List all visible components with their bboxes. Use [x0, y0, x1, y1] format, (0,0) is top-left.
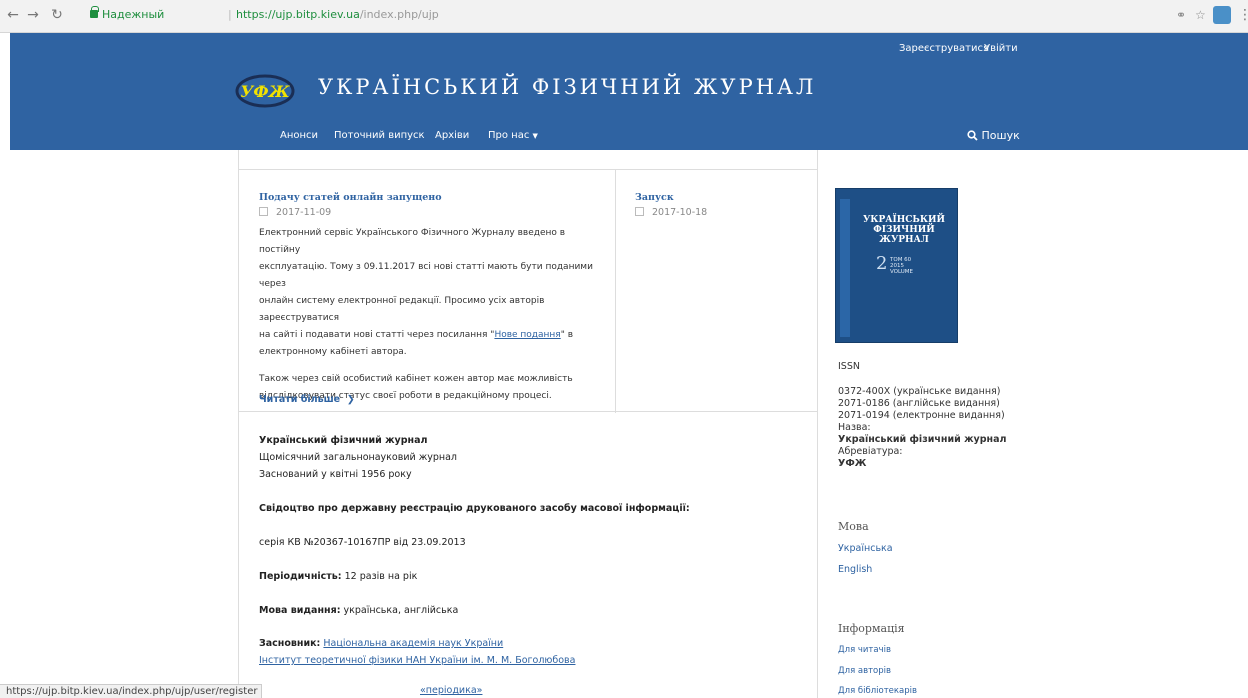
register-link[interactable]: Зареєструватися [899, 43, 989, 54]
search-label: Пошук [981, 129, 1020, 142]
browser-toolbar: ← → ↻ Надежный | https://ujp.bitp.kiev.u… [0, 0, 1248, 33]
info-heading: Інформація [838, 622, 905, 635]
language-ukrainian[interactable]: Українська [838, 543, 893, 554]
language-label: Мова видання: [259, 605, 341, 616]
nav-about-label: Про нас [488, 130, 530, 141]
extension-icon[interactable] [1213, 6, 1231, 24]
issn-label: ISSN [838, 361, 860, 372]
menu-icon[interactable]: ⋮ [1238, 6, 1248, 24]
cover-number: 2 [876, 253, 888, 274]
new-submission-link[interactable]: Нове подання [494, 330, 560, 340]
nav-announcements[interactable]: Анонси [280, 130, 318, 141]
journal-name: Український фізичний журнал [259, 435, 428, 446]
language-value: українська, англійська [340, 605, 459, 616]
cover-volume: ТОМ 60 2015 VOLUME [890, 257, 914, 275]
announcement-date-2: 2017-10-18 [635, 207, 707, 218]
partial-link[interactable]: «періодика» [420, 685, 482, 696]
cover-title: УКРАЇНСЬКИЙ ФІЗИЧНИЙ ЖУРНАЛ [862, 215, 946, 245]
reload-icon[interactable]: ↻ [50, 8, 64, 22]
login-link[interactable]: Увійти [984, 43, 1018, 54]
chevron-right-icon: ❯ [346, 394, 355, 405]
site-title[interactable]: УКРАЇНСЬКИЙ ФІЗИЧНИЙ ЖУРНАЛ [318, 75, 816, 99]
language-heading: Мова [838, 520, 869, 533]
info-link-librarians[interactable]: Для бібліотекарів [838, 686, 917, 696]
lock-icon [90, 6, 99, 18]
url-separator: | [228, 8, 232, 21]
nav-about[interactable]: Про нас ▼ [488, 130, 538, 141]
calendar-icon [259, 207, 268, 216]
founder-label: Засновник: [259, 638, 321, 649]
calendar-icon [635, 207, 644, 216]
announcement-title[interactable]: Подачу статей онлайн запущено [259, 192, 442, 203]
logo-text: УФЖ [240, 82, 290, 101]
language-english[interactable]: English [838, 564, 872, 575]
journal-subtitle: Щомісячний загальнонауковий журнал [259, 452, 458, 463]
journal-cover[interactable]: УКРАЇНСЬКИЙ ФІЗИЧНИЙ ЖУРНАЛ 2 ТОМ 60 201… [835, 188, 958, 343]
url-text[interactable]: https://ujp.bitp.kiev.ua/index.php/ujp [236, 8, 439, 21]
periodicity-label: Періодичність: [259, 571, 342, 582]
founder-link-nas[interactable]: Національна академія наук України [323, 638, 503, 649]
periodicity-value: 12 разів на рік [341, 571, 418, 582]
key-icon[interactable]: ⚭ [1176, 8, 1186, 22]
info-link-authors[interactable]: Для авторів [838, 666, 891, 676]
search-icon [967, 130, 978, 141]
main-content: Подачу статей онлайн запущено 2017-11-09… [238, 150, 818, 698]
star-icon[interactable]: ☆ [1195, 8, 1206, 22]
site-header: Зареєструватися Увійти УФЖ УКРАЇНСЬКИЙ Ф… [10, 33, 1248, 150]
issn-block: 0372-400X (українське видання) 2071-0186… [838, 386, 1007, 469]
journal-logo[interactable]: УФЖ [235, 71, 295, 111]
read-more-link[interactable]: Читати більше ❯ [259, 394, 355, 405]
address-bar[interactable]: Надежный | https://ujp.bitp.kiev.ua/inde… [88, 4, 1218, 28]
back-icon[interactable]: ← [6, 8, 20, 22]
secure-label: Надежный [102, 8, 165, 21]
certificate-value: серія КВ №20367-10167ПР від 23.09.2013 [259, 537, 466, 548]
announcements-row: Подачу статей онлайн запущено 2017-11-09… [239, 169, 817, 413]
certificate-label: Свідоцтво про державну реєстрацію друков… [259, 503, 690, 514]
caret-down-icon: ▼ [532, 132, 538, 140]
founder-link-itp[interactable]: Інститут теоретичної фізики НАН України … [259, 655, 575, 666]
cover-spine [840, 199, 850, 337]
info-link-readers[interactable]: Для читачів [838, 645, 891, 655]
status-bar: https://ujp.bitp.kiev.ua/index.php/ujp/u… [0, 684, 262, 698]
search-link[interactable]: Пошук [967, 129, 1020, 142]
announcement-title-2[interactable]: Запуск [635, 192, 674, 203]
journal-founded: Заснований у квітні 1956 року [259, 469, 412, 480]
nav-archives[interactable]: Архіви [435, 130, 469, 141]
divider [615, 170, 616, 413]
announcement-date: 2017-11-09 [259, 207, 331, 218]
nav-current-issue[interactable]: Поточний випуск [334, 130, 425, 141]
announcement-body: Електронний сервіс Українського Фізичног… [259, 228, 593, 401]
forward-icon[interactable]: → [26, 8, 40, 22]
